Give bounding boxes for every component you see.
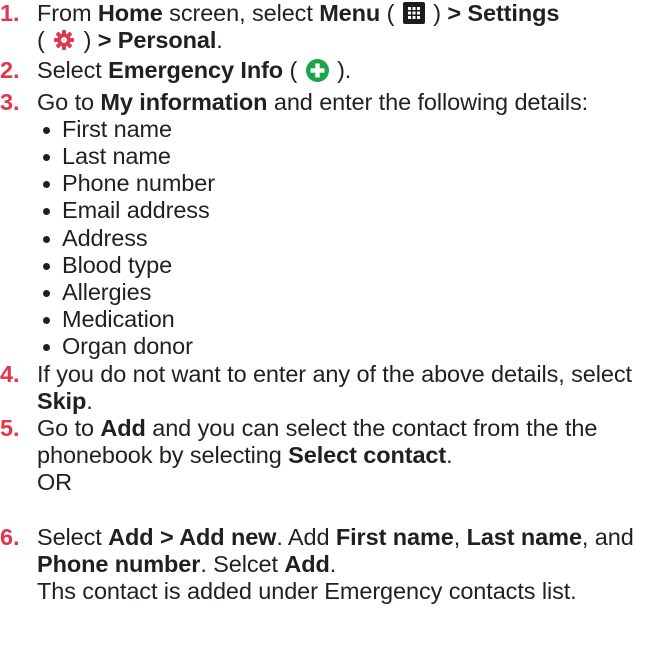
details-bullet-list: First name Last name Phone number Email … <box>37 116 651 361</box>
list-item: Blood type <box>42 252 651 279</box>
step-keyword: Emergency Info <box>108 57 284 84</box>
list-item: Address <box>42 225 651 252</box>
step-text: . <box>329 550 337 577</box>
step-text: ) <box>426 0 448 26</box>
step-keyword: Add <box>100 415 146 442</box>
step-1: 1. From Home screen, select Menu ( ) > S… <box>0 0 651 57</box>
list-item: Allergies <box>42 279 651 306</box>
step-keyword: Phone number <box>37 550 201 577</box>
instruction-list: 1. From Home screen, select Menu ( ) > S… <box>0 0 651 605</box>
step-text: Select <box>37 57 109 84</box>
list-item: Last name <box>42 143 651 170</box>
step-keyword: Home <box>97 0 163 26</box>
step-text: ( <box>380 0 401 26</box>
step-4: 4. If you do not want to enter any of th… <box>0 361 651 415</box>
emergency-plus-icon <box>305 59 329 88</box>
list-item: Organ donor <box>42 333 651 360</box>
step-keyword: Menu <box>319 0 381 26</box>
step-keyword: Add > Add new <box>108 523 277 550</box>
step-number: 2. <box>0 57 20 84</box>
list-item: Medication <box>42 306 651 333</box>
step-text: Go to <box>37 415 101 442</box>
step-number: 5. <box>0 415 20 442</box>
step-2: 2. Select Emergency Info ( ). <box>0 57 651 88</box>
or-text: OR <box>37 469 73 496</box>
list-item: First name <box>42 116 651 143</box>
step-text: If you do not want to enter any of the a… <box>37 360 632 387</box>
settings-gear-icon <box>53 29 75 57</box>
step-text: ( <box>283 57 304 84</box>
step-keyword: Last name <box>466 523 582 550</box>
step-text: and enter the following details: <box>267 88 589 115</box>
step-number: 6. <box>0 523 20 550</box>
step-text: From <box>37 0 98 26</box>
list-item: Email address <box>42 197 651 224</box>
step-keyword: > Settings <box>447 0 560 26</box>
step-5: 5. Go to Add and you can select the cont… <box>0 415 651 469</box>
step-text: , <box>453 523 467 550</box>
step-text: Go to <box>37 88 101 115</box>
step-text: . <box>86 387 93 414</box>
step-text: . <box>216 27 223 54</box>
step-text: ) <box>77 27 98 54</box>
step-text: Select <box>37 523 109 550</box>
step-number: 1. <box>0 0 20 26</box>
step-text: screen, select <box>162 0 320 26</box>
step-keyword: Add <box>284 550 330 577</box>
list-item: Phone number <box>42 170 651 197</box>
step-number: 4. <box>0 360 20 387</box>
step-text: ( <box>37 27 52 54</box>
step-text: . Add <box>276 523 336 550</box>
step-text: , and <box>581 523 634 550</box>
step-keyword: First name <box>335 523 454 550</box>
step-number: 3. <box>0 88 20 115</box>
step-keyword: Select contact <box>288 442 447 469</box>
step-keyword: Skip <box>37 387 87 414</box>
step-text: ). <box>330 57 352 84</box>
step-keyword: My information <box>100 88 268 115</box>
menu-grid-icon <box>402 2 425 24</box>
step-3: 3. Go to My information and enter the fo… <box>0 89 651 361</box>
step-keyword: > Personal <box>97 27 217 54</box>
step-text: . <box>446 442 453 469</box>
step-text: . Selcet <box>200 550 285 577</box>
step-6: 6. Select Add > Add new. Add First name,… <box>0 524 651 606</box>
step-text: Ths contact is added under Emergency con… <box>37 578 577 605</box>
